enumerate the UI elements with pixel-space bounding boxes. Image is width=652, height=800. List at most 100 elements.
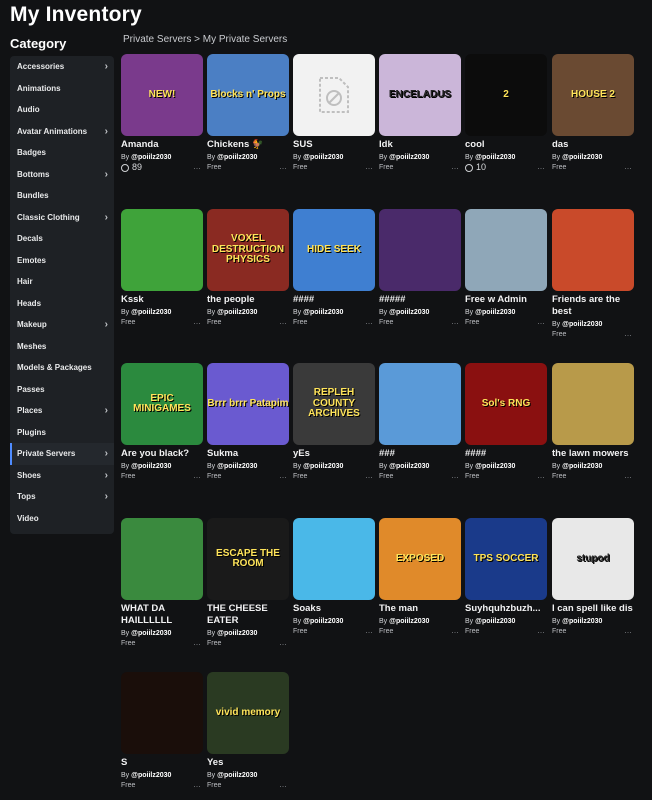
sidebar-item-classic-clothing[interactable]: Classic Clothing › (10, 207, 114, 229)
more-options-icon[interactable]: … (365, 626, 373, 635)
item-thumbnail[interactable]: stupod (552, 518, 634, 600)
item-thumbnail[interactable] (121, 672, 203, 754)
more-options-icon[interactable]: … (279, 638, 287, 647)
inventory-item[interactable]: Brrr brrr Patapim Sukma By @poiilz2030 Free… (207, 363, 289, 481)
item-name[interactable]: Chickens 🐓 (207, 139, 289, 151)
sidebar-item-plugins[interactable]: Plugins (10, 422, 114, 444)
creator-name[interactable]: @poiilz2030 (562, 154, 602, 161)
creator-name[interactable]: @poiilz2030 (562, 463, 602, 470)
inventory-item[interactable]: TPS SOCCER Suyhquhzbuzh... By @poiilz2030 F… (465, 518, 547, 636)
more-options-icon[interactable]: … (193, 638, 201, 647)
item-thumbnail[interactable]: vivid memory (207, 672, 289, 754)
inventory-item[interactable]: the lawn mowers By @poiilz2030 Free… (552, 363, 634, 481)
more-options-icon[interactable]: … (451, 317, 459, 326)
creator-name[interactable]: @poiilz2030 (131, 154, 171, 161)
creator-name[interactable]: @poiilz2030 (131, 463, 171, 470)
more-options-icon[interactable]: … (624, 162, 632, 171)
more-options-icon[interactable]: … (537, 162, 545, 171)
item-thumbnail[interactable] (379, 209, 461, 291)
more-options-icon[interactable]: … (365, 471, 373, 480)
item-name[interactable]: SUS (293, 139, 375, 151)
sidebar-item-bundles[interactable]: Bundles (10, 185, 114, 207)
inventory-item[interactable]: ##### By @poiilz2030 Free… (379, 209, 461, 327)
item-thumbnail[interactable]: EPIC MINIGAMES (121, 363, 203, 445)
sidebar-item-passes[interactable]: Passes (10, 379, 114, 401)
creator-name[interactable]: @poiilz2030 (389, 309, 429, 316)
item-name[interactable]: S (121, 757, 203, 769)
item-thumbnail[interactable]: TPS SOCCER (465, 518, 547, 600)
item-thumbnail[interactable]: Blocks n' Props (207, 54, 289, 136)
sidebar-item-tops[interactable]: Tops › (10, 486, 114, 508)
inventory-item[interactable]: EPIC MINIGAMES Are you black? By @poiilz20… (121, 363, 203, 481)
sidebar-item-decals[interactable]: Decals (10, 228, 114, 250)
creator-name[interactable]: @poiilz2030 (217, 772, 257, 779)
sidebar-item-hair[interactable]: Hair (10, 271, 114, 293)
inventory-item[interactable]: S By @poiilz2030 Free… (121, 672, 203, 790)
item-thumbnail[interactable] (552, 209, 634, 291)
more-options-icon[interactable]: … (279, 780, 287, 789)
creator-name[interactable]: @poiilz2030 (475, 154, 515, 161)
item-thumbnail[interactable]: Sol's RNG (465, 363, 547, 445)
sidebar-item-emotes[interactable]: Emotes (10, 250, 114, 272)
sidebar-item-bottoms[interactable]: Bottoms › (10, 164, 114, 186)
breadcrumb-my-private-servers[interactable]: My Private Servers (203, 34, 287, 45)
item-name[interactable]: Are you black? (121, 448, 203, 460)
item-name[interactable]: #### (293, 294, 375, 306)
item-thumbnail[interactable] (379, 363, 461, 445)
creator-name[interactable]: @poiilz2030 (562, 321, 602, 328)
creator-name[interactable]: @poiilz2030 (475, 463, 515, 470)
item-thumbnail[interactable] (121, 209, 203, 291)
more-options-icon[interactable]: … (279, 162, 287, 171)
item-thumbnail[interactable] (552, 363, 634, 445)
item-name[interactable]: Soaks (293, 603, 375, 615)
inventory-item[interactable]: Sol's RNG #### By @poiilz2030 Free… (465, 363, 547, 481)
sidebar-item-makeup[interactable]: Makeup › (10, 314, 114, 336)
sidebar-item-models-packages[interactable]: Models & Packages (10, 357, 114, 379)
sidebar-item-animations[interactable]: Animations (10, 78, 114, 100)
sidebar-item-accessories[interactable]: Accessories › (10, 56, 114, 78)
item-name[interactable]: The man (379, 603, 461, 615)
inventory-item[interactable]: ENCELADUS Idk By @poiilz2030 Free… (379, 54, 461, 172)
more-options-icon[interactable]: … (451, 626, 459, 635)
inventory-item[interactable]: ESCAPE THE ROOM THE CHEESE EATER By @poiil… (207, 518, 289, 648)
item-name[interactable]: ### (379, 448, 461, 460)
more-options-icon[interactable]: … (279, 471, 287, 480)
creator-name[interactable]: @poiilz2030 (217, 630, 257, 637)
more-options-icon[interactable]: … (537, 626, 545, 635)
inventory-item[interactable]: WHAT DA HAILLLLLL By @poiilz2030 Free… (121, 518, 203, 648)
creator-name[interactable]: @poiilz2030 (389, 463, 429, 470)
sidebar-item-badges[interactable]: Badges (10, 142, 114, 164)
more-options-icon[interactable]: … (279, 317, 287, 326)
inventory-item[interactable]: Free w Admin By @poiilz2030 Free… (465, 209, 547, 327)
creator-name[interactable]: @poiilz2030 (562, 618, 602, 625)
creator-name[interactable]: @poiilz2030 (303, 618, 343, 625)
sidebar-item-heads[interactable]: Heads (10, 293, 114, 315)
inventory-item[interactable]: HIDE SEEK #### By @poiilz2030 Free… (293, 209, 375, 327)
sidebar-item-avatar-animations[interactable]: Avatar Animations › (10, 121, 114, 143)
inventory-item[interactable]: stupod I can spell like dis By @poiilz2030… (552, 518, 634, 636)
item-name[interactable]: Sukma (207, 448, 289, 460)
item-name[interactable]: I can spell like dis (552, 603, 634, 615)
item-name[interactable]: Suyhquhzbuzh... (465, 603, 547, 615)
item-thumbnail[interactable]: NEW! (121, 54, 203, 136)
sidebar-item-audio[interactable]: Audio (10, 99, 114, 121)
more-options-icon[interactable]: … (624, 329, 632, 338)
more-options-icon[interactable]: … (537, 471, 545, 480)
item-name[interactable]: Yes (207, 757, 289, 769)
item-name[interactable]: das (552, 139, 634, 151)
more-options-icon[interactable]: … (624, 471, 632, 480)
item-thumbnail[interactable]: REPLEH COUNTY ARCHIVES (293, 363, 375, 445)
item-thumbnail[interactable]: ESCAPE THE ROOM (207, 518, 289, 600)
item-thumbnail[interactable]: EXPOSED (379, 518, 461, 600)
sidebar-item-video[interactable]: Video (10, 508, 114, 530)
inventory-item[interactable]: NEW! Amanda By @poiilz2030 89… (121, 54, 203, 175)
item-name[interactable]: THE CHEESE EATER (207, 603, 289, 627)
inventory-item[interactable]: vivid memory Yes By @poiilz2030 Free… (207, 672, 289, 790)
item-thumbnail[interactable]: HIDE SEEK (293, 209, 375, 291)
more-options-icon[interactable]: … (537, 317, 545, 326)
item-name[interactable]: yEs (293, 448, 375, 460)
more-options-icon[interactable]: … (193, 162, 201, 171)
item-name[interactable]: WHAT DA HAILLLLLL (121, 603, 203, 627)
creator-name[interactable]: @poiilz2030 (303, 463, 343, 470)
more-options-icon[interactable]: … (365, 317, 373, 326)
